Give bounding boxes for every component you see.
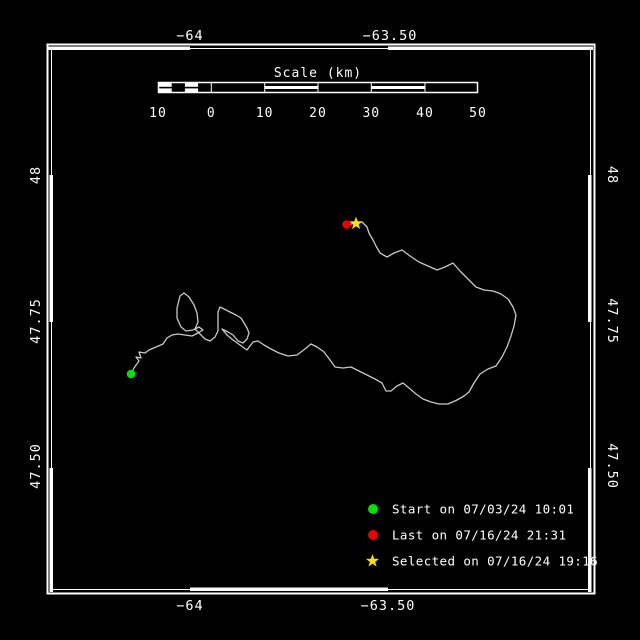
scale-tick-label: 10 xyxy=(149,106,167,121)
legend-start-circle-icon xyxy=(368,504,378,514)
scale-tick-label: 20 xyxy=(309,106,327,121)
scale-tick-label: 30 xyxy=(362,106,380,121)
scale-tick-label: 0 xyxy=(207,106,216,121)
frame-bar-right-upper xyxy=(588,175,592,322)
scale-tick-label: 50 xyxy=(469,106,487,121)
axis-label-top-lon2: −63.50 xyxy=(363,28,418,44)
scale-tick-label: 10 xyxy=(256,106,274,121)
plot-canvas: −64 −63.50 −64 −63.50 48 47.75 47.50 48 … xyxy=(28,28,620,614)
frame-bar-left-lower xyxy=(49,468,53,592)
axis-label-right-lat1: 48 xyxy=(604,166,620,184)
axis-label-left-lat1: 48 xyxy=(28,166,44,184)
axis-label-bottom-lon1: −64 xyxy=(176,598,203,614)
axis-label-bottom-lon2: −63.50 xyxy=(361,598,416,614)
last-marker xyxy=(342,220,351,229)
scale-stripe-30-40 xyxy=(371,86,425,89)
scale-stripe-10-20 xyxy=(264,86,318,89)
axis-label-left-lat2: 47.75 xyxy=(28,298,44,344)
track-plot-window: −64 −63.50 −64 −63.50 48 47.75 47.50 48 … xyxy=(0,0,640,640)
axis-label-top-lon1: −64 xyxy=(176,28,203,44)
frame-bar-bottom-mid xyxy=(190,587,388,591)
axis-label-left-lat3: 47.50 xyxy=(28,443,44,489)
start-marker xyxy=(126,369,136,379)
scale-bar-title: Scale (km) xyxy=(274,66,362,81)
scale-checker-midline xyxy=(158,86,212,89)
legend-last-label: Last on 07/16/24 21:31 xyxy=(392,528,566,543)
axis-label-right-lat3: 47.50 xyxy=(604,443,620,489)
scale-tick-label: 40 xyxy=(416,106,434,121)
legend-selected-label: Selected on 07/16/24 19:16 xyxy=(392,554,598,569)
legend-last-circle-icon xyxy=(368,530,378,540)
legend-start-label: Start on 07/03/24 10:01 xyxy=(392,502,574,517)
axis-label-right-lat2: 47.75 xyxy=(604,298,620,344)
frame-bar-top-left xyxy=(48,46,190,50)
frame-bar-right-lower xyxy=(588,468,592,592)
frame-bar-left-upper xyxy=(49,175,53,322)
frame-bar-top-right xyxy=(388,46,593,50)
legend: Start on 07/03/24 10:01 Last on 07/16/24… xyxy=(365,502,598,569)
